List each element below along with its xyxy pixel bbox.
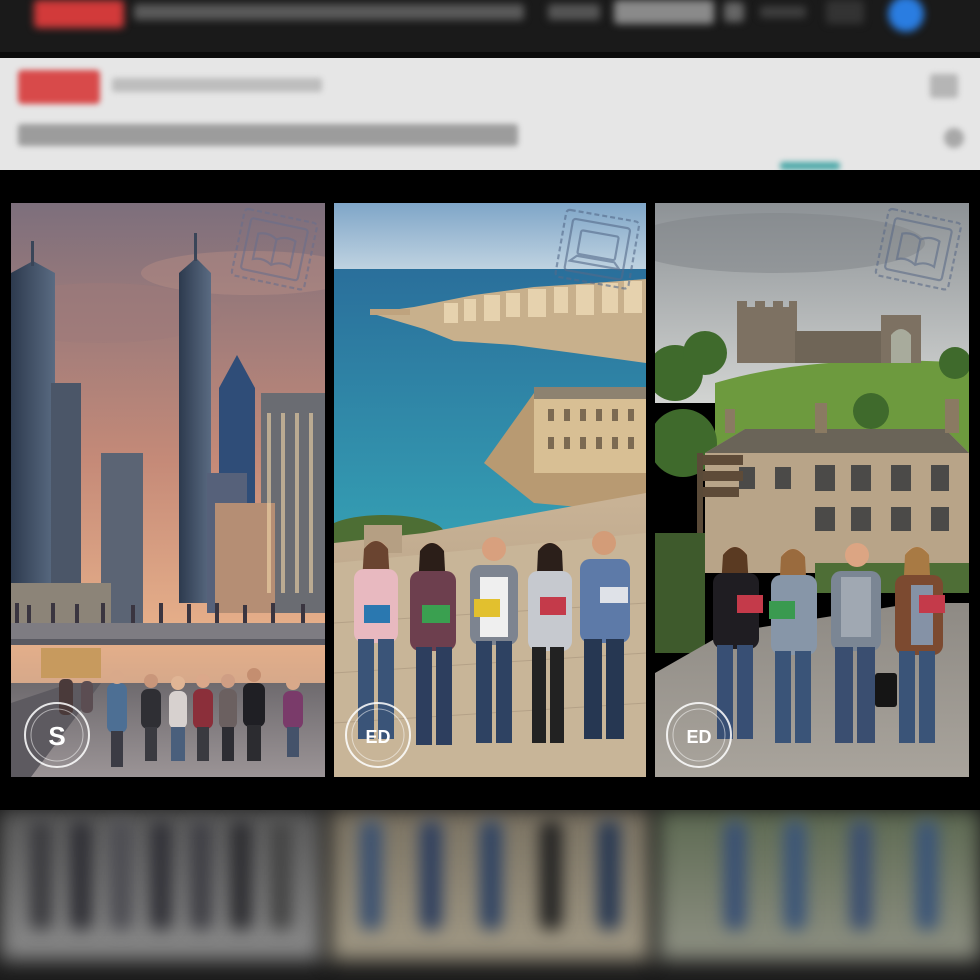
top-bar-red-button[interactable] [34, 0, 124, 28]
sub-header-red-button[interactable] [18, 70, 100, 104]
top-app-bar [0, 0, 980, 52]
blurred-figure [30, 820, 52, 930]
blurred-figure [420, 820, 442, 930]
gallery-panel-castle[interactable]: ED [655, 203, 969, 777]
image-gallery: S ED ED [0, 170, 980, 810]
top-bar-icon[interactable] [724, 2, 744, 22]
blurred-figure [598, 820, 620, 930]
blurred-figure [784, 820, 806, 930]
blurred-figure [850, 820, 872, 930]
gallery-panel-coast[interactable]: ED [334, 203, 646, 777]
top-bar-item-2[interactable] [760, 6, 806, 18]
sub-header-icon-2[interactable] [944, 128, 964, 148]
sub-header [0, 58, 980, 170]
blurred-figure [480, 820, 502, 930]
blurred-figure [110, 820, 132, 930]
top-bar-title-placeholder [134, 4, 524, 20]
logo-text: ED [365, 727, 390, 747]
blurred-preview-strip [0, 810, 980, 980]
top-bar-icon-2[interactable] [826, 0, 864, 24]
blurred-figure [190, 820, 212, 930]
blurred-figure [270, 820, 292, 930]
sub-header-text-placeholder [112, 78, 322, 92]
top-bar-button[interactable] [614, 0, 714, 24]
blurred-figure [360, 820, 382, 930]
avatar[interactable] [888, 0, 924, 32]
blurred-figure [916, 820, 938, 930]
top-bar-item[interactable] [548, 4, 600, 20]
sub-header-icon[interactable] [930, 74, 958, 98]
blurred-figure [540, 820, 562, 930]
blurred-figure [230, 820, 252, 930]
blurred-figure [150, 820, 172, 930]
sub-header-title-placeholder [18, 124, 518, 146]
gallery-panel-city[interactable]: S [11, 203, 325, 777]
logo-text: ED [686, 727, 711, 747]
blurred-figure [724, 820, 746, 930]
city-scene-image: S [11, 203, 325, 777]
coast-scene-image: ED [334, 203, 646, 777]
castle-scene-image: ED [655, 203, 969, 777]
blurred-figure [70, 820, 92, 930]
logo-text: S [48, 721, 65, 751]
sub-header-accent-strip [780, 162, 840, 170]
